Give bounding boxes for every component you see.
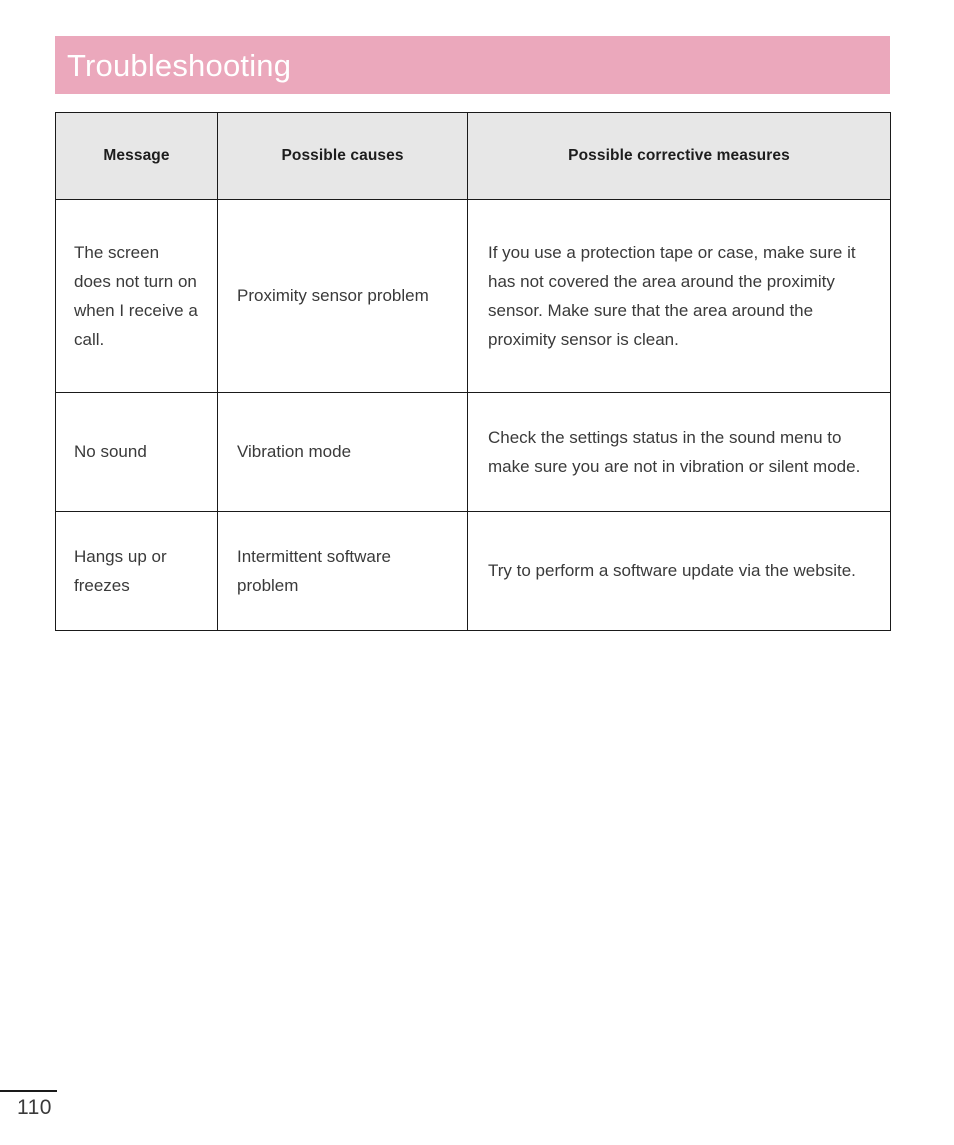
cell-measure: If you use a protection tape or case, ma… bbox=[467, 199, 891, 393]
troubleshooting-table-wrapper: Message Possible causes Possible correct… bbox=[55, 112, 891, 631]
cell-message-text: Hangs up or freezes bbox=[74, 546, 167, 595]
cell-cause: Vibration mode bbox=[217, 392, 468, 512]
page-title: Troubleshooting bbox=[67, 47, 292, 83]
cell-measure-text: Check the settings status in the sound m… bbox=[488, 427, 861, 476]
cell-cause-text: Intermittent software problem bbox=[237, 546, 392, 595]
cell-cause: Proximity sensor problem bbox=[217, 199, 468, 393]
table-row: No sound Vibration mode Check the settin… bbox=[55, 392, 891, 512]
cell-message: Hangs up or freezes bbox=[55, 511, 218, 631]
footer-divider bbox=[0, 1090, 57, 1092]
cell-measure: Check the settings status in the sound m… bbox=[467, 392, 891, 512]
page-title-banner: Troubleshooting bbox=[55, 36, 890, 94]
table-header: Message Possible causes Possible correct… bbox=[55, 112, 891, 200]
cell-message-text: The screen does not turn on when I recei… bbox=[74, 242, 198, 350]
cell-message-text: No sound bbox=[74, 442, 147, 462]
cell-message: No sound bbox=[55, 392, 218, 512]
page-number: 110 bbox=[17, 1096, 52, 1119]
cell-cause-text: Vibration mode bbox=[237, 442, 352, 462]
column-header-possible-corrective-measures: Possible corrective measures bbox=[467, 112, 891, 200]
cell-message: The screen does not turn on when I recei… bbox=[55, 199, 218, 393]
table-body: The screen does not turn on when I recei… bbox=[55, 199, 891, 631]
cell-cause: Intermittent software problem bbox=[217, 511, 468, 631]
cell-measure-text: If you use a protection tape or case, ma… bbox=[488, 242, 856, 350]
table-row: Hangs up or freezes Intermittent softwar… bbox=[55, 511, 891, 631]
column-header-message: Message bbox=[55, 112, 218, 200]
troubleshooting-table: Message Possible causes Possible correct… bbox=[55, 112, 891, 631]
table-header-row: Message Possible causes Possible correct… bbox=[55, 112, 891, 200]
cell-measure: Try to perform a software update via the… bbox=[467, 511, 891, 631]
cell-measure-text: Try to perform a software update via the… bbox=[488, 561, 856, 581]
table-row: The screen does not turn on when I recei… bbox=[55, 199, 891, 393]
column-header-possible-causes: Possible causes bbox=[217, 112, 468, 200]
cell-cause-text: Proximity sensor problem bbox=[237, 286, 429, 306]
